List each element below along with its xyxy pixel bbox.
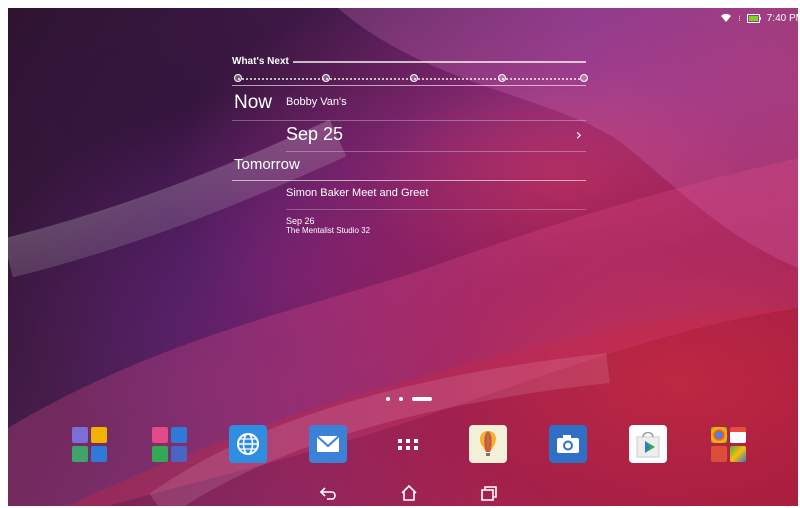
shopping-bag-icon [636,431,660,458]
status-bar: ⁝ 7:40 PM [720,8,798,28]
email-app[interactable] [309,425,347,463]
page-dot[interactable] [386,397,390,401]
camera-app[interactable] [549,425,587,463]
now-label: Now [234,92,273,113]
page-indicator[interactable] [386,397,432,401]
now-date-row[interactable]: Sep 25 › [286,121,586,152]
battery-icon [746,13,761,23]
globe-icon [237,433,259,455]
widget-header: What's Next [232,56,586,67]
device-frame: ⁝ 7:40 PM What's Next Now Bobby Van's Se… [0,0,800,508]
wifi-icon [721,13,732,22]
page-dot[interactable] [399,397,403,401]
folder-tile [711,427,727,443]
home-icon[interactable] [399,484,419,502]
timeline-dots [238,78,580,80]
now-date: Sep 25 [286,124,344,144]
folder-tile [171,446,187,462]
clock: 7:40 PM [766,12,798,24]
page-dot-active[interactable] [412,397,432,401]
chevron-right-icon[interactable]: › [576,125,582,144]
timeline-node [410,74,418,82]
folder-tile [72,427,88,443]
folder-3-icon[interactable] [709,425,747,463]
envelope-icon [316,435,340,452]
back-icon[interactable] [319,484,339,502]
now-row[interactable]: Now Bobby Van's [232,86,586,121]
timeline-node [580,74,588,82]
gallery-app[interactable] [469,425,507,463]
tomorrow-event-date: Sep 26 [286,216,315,226]
home-screen: ⁝ 7:40 PM What's Next Now Bobby Van's Se… [8,8,798,506]
now-event-title: Bobby Van's [286,96,347,108]
signal-dot-icon: ⁝ [738,13,741,23]
folder-tile [171,427,187,443]
folder-tile [152,427,168,443]
balloon-icon [480,431,496,456]
tomorrow-event-location: The Mentalist Studio 32 [286,226,371,235]
folder-2-icon[interactable] [150,425,188,463]
folder-tile [72,446,88,462]
camera-icon [557,435,579,453]
all-apps-button[interactable] [389,425,427,463]
recents-icon[interactable] [479,484,499,502]
title-underline [292,60,586,63]
folder-tile [730,446,746,462]
app-grid-icon [398,439,418,450]
tomorrow-label: Tomorrow [232,152,586,181]
folder-tile [152,446,168,462]
widget-title: What's Next [232,56,289,67]
play-store-app[interactable] [629,425,667,463]
whats-next-widget[interactable]: What's Next Now Bobby Van's Sep 25 › Tom… [232,56,588,235]
folder-1-icon[interactable] [70,425,108,463]
folder-tile [91,427,107,443]
timeline [232,73,588,86]
timeline-node [234,74,242,82]
folder-tile [730,427,746,443]
browser-app[interactable] [229,425,267,463]
tomorrow-event-title[interactable]: Simon Baker Meet and Greet [286,181,586,210]
timeline-node [322,74,330,82]
timeline-node [498,74,506,82]
folder-tile [91,446,107,462]
folder-tile [711,446,727,462]
